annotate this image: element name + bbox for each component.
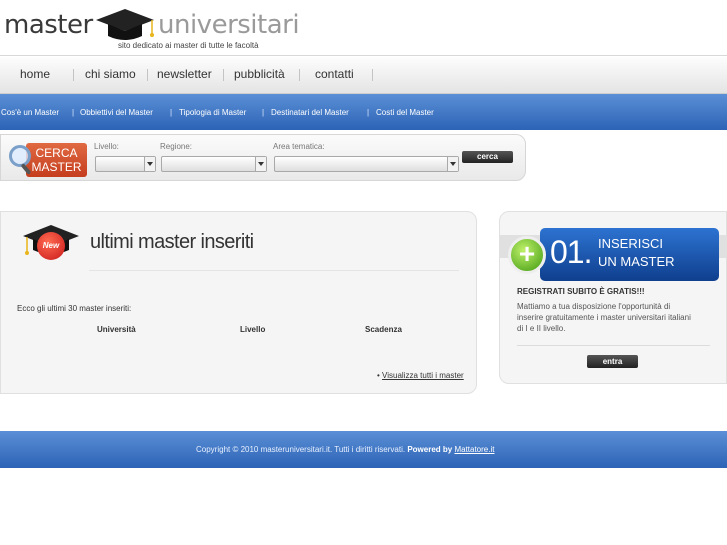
logo-master-text: master [4,10,93,40]
column-header-universita: Università [97,325,136,334]
nav-divider [299,69,300,81]
regione-select[interactable] [161,156,267,172]
bullet: • [377,371,380,380]
view-all-masters-link[interactable]: Visualizza tutti i master [382,371,464,380]
area-tematica-select[interactable] [274,156,459,172]
area-tematica-label: Area tematica: [273,142,325,151]
logo-universitari-text: universitari [158,10,300,40]
logo-tagline: sito dedicato ai master di tutte le faco… [118,41,259,50]
nav-chi-siamo[interactable]: chi siamo [85,67,136,81]
side-divider [517,345,710,346]
nav-divider [372,69,373,81]
regione-label: Regione: [160,142,193,151]
nav-pubblicita[interactable]: pubblicità [234,67,285,81]
subnav-costi[interactable]: Costi del Master [376,108,434,117]
site-footer: Copyright © 2010 masteruniversitari.it. … [0,431,727,468]
subnav-tipologia[interactable]: Tipologia di Master [179,108,246,117]
chevron-down-icon [144,157,155,171]
powered-by-label: Powered by [407,445,453,454]
plus-icon: + [508,236,546,274]
banner-title-line1: INSERISCI [598,236,664,251]
view-all-container: • Visualizza tutti i master [377,371,464,380]
nav-newsletter[interactable]: newsletter [157,67,212,81]
insert-master-panel: 01. INSERISCI UN MASTER + REGISTRATI SUB… [499,211,727,384]
register-heading: REGISTRATI SUBITO È GRATIS!!! [517,287,645,296]
cerca-button[interactable]: cerca [462,151,513,163]
new-badge: New [37,232,65,260]
banner-title-line2: UN MASTER [598,254,675,269]
register-description: Mattiamo a tua disposizione l'opportunit… [517,302,691,333]
latest-masters-panel: New ultimi master inseriti Ecco gli ulti… [0,211,477,394]
cerca-label-line1: CERCA [35,146,78,160]
subnav-destinatari[interactable]: Destinatari del Master [271,108,349,117]
nav-home[interactable]: home [20,67,50,81]
main-navigation: home chi siamo newsletter pubblicità con… [0,57,727,94]
step-number: 01. [550,234,592,270]
cerca-master-badge: CERCA MASTER [9,139,87,177]
graduation-cap-icon [96,9,154,40]
nav-divider [73,69,74,81]
subnav-obbiettivi[interactable]: Obbiettivi del Master [80,108,153,117]
nav-divider [147,69,148,81]
chevron-down-icon [447,157,458,171]
magnifier-icon [9,145,31,167]
latest-masters-title: ultimi master inseriti [90,231,254,253]
cerca-master-label: CERCA MASTER [26,143,87,177]
subnav-separator: | [367,108,370,117]
column-header-scadenza: Scadenza [365,325,402,334]
site-logo[interactable]: master universitari sito dedicato ai mas… [4,4,300,54]
latest-masters-intro: Ecco gli ultimi 30 master inseriti: [17,304,132,313]
nav-contatti[interactable]: contatti [315,67,354,81]
column-header-livello: Livello [240,325,266,334]
powered-by-link[interactable]: Mattatore.it [454,445,494,454]
livello-select[interactable] [95,156,156,172]
chevron-down-icon [255,157,266,171]
master-search-form: CERCA MASTER Livello: Regione: Area tema… [0,134,526,181]
livello-label: Livello: [94,142,119,151]
footer-text: Copyright © 2010 masteruniversitari.it. … [196,445,494,454]
site-header: master universitari sito dedicato ai mas… [0,0,727,56]
subnav-separator: | [262,108,265,117]
insert-master-banner[interactable]: 01. INSERISCI UN MASTER [540,228,719,281]
nav-divider [223,69,224,81]
subnav-separator: | [170,108,173,117]
entra-button[interactable]: entra [587,355,638,368]
copyright-text: Copyright © 2010 masteruniversitari.it. … [196,445,406,454]
cerca-label-line2: MASTER [31,160,82,174]
subnav-cose-un-master[interactable]: Cos'è un Master [1,108,59,117]
secondary-navigation: Cos'è un Master | Obbiettivi del Master … [0,94,727,130]
title-divider [89,270,459,271]
subnav-separator: | [72,108,75,117]
